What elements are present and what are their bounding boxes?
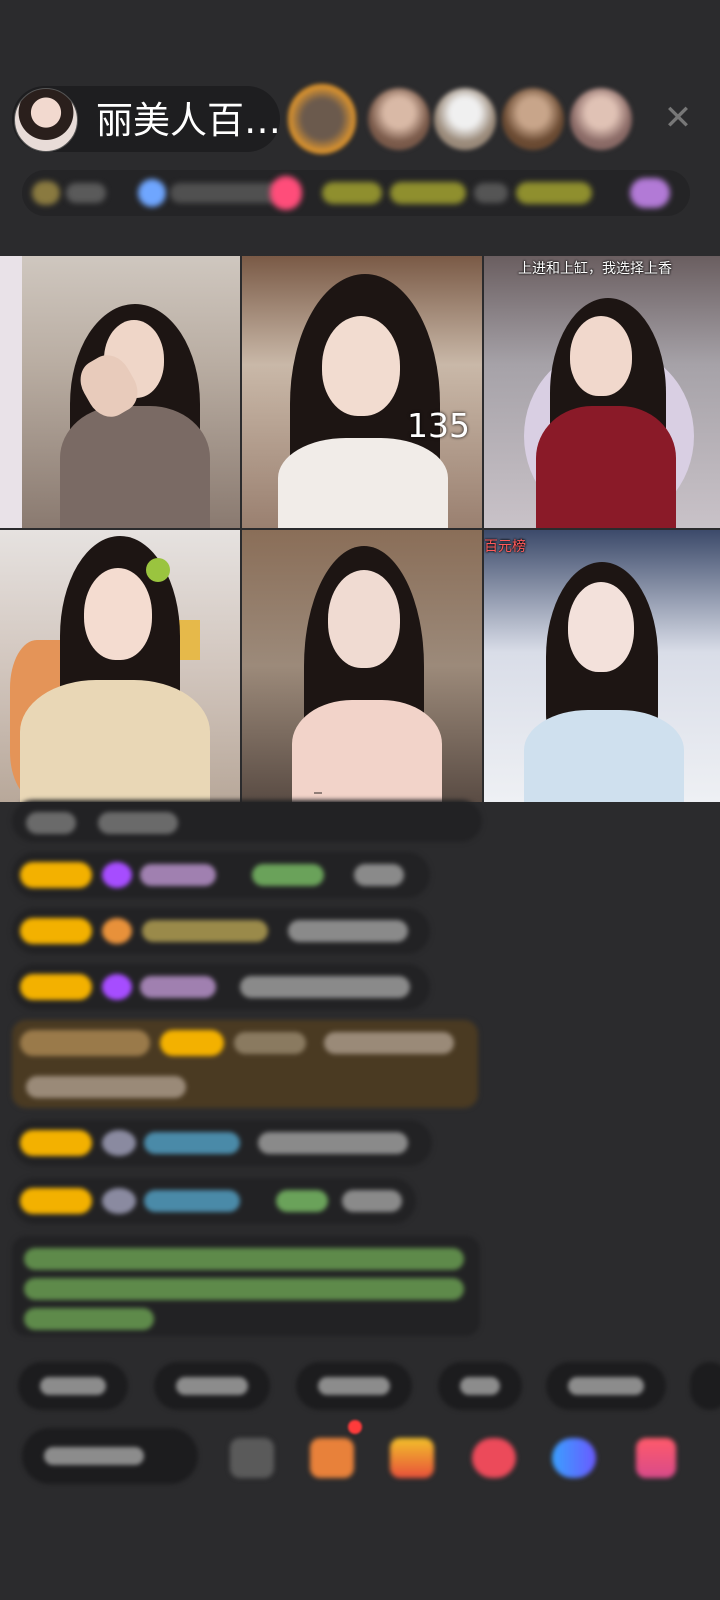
tag-chip (170, 183, 280, 203)
system-notice (12, 1236, 480, 1336)
chat-message[interactable] (12, 1178, 416, 1224)
chat-message[interactable] (12, 908, 430, 954)
video-cell[interactable] (242, 530, 482, 802)
host-avatar[interactable] (14, 88, 78, 152)
interaction-icon[interactable] (472, 1438, 516, 1478)
tag-chip[interactable] (630, 178, 670, 208)
chat-input-field[interactable] (22, 1428, 198, 1484)
quick-reply-chip[interactable] (18, 1362, 128, 1410)
quick-reply-chip[interactable] (438, 1362, 522, 1410)
tag-chip[interactable] (270, 176, 302, 210)
tag-chip[interactable] (516, 182, 592, 204)
notification-dot (348, 1420, 362, 1434)
tag-chip (66, 183, 106, 203)
video-cell[interactable]: 135 (242, 256, 482, 528)
video-cell[interactable] (0, 530, 240, 802)
top-viewer-avatar[interactable] (288, 84, 356, 154)
close-icon[interactable]: ✕ (660, 100, 696, 136)
video-cell[interactable] (0, 256, 240, 528)
host-name[interactable]: 丽美人百… (96, 100, 281, 142)
viewer-avatar[interactable] (502, 88, 564, 150)
chat-message[interactable] (12, 964, 430, 1010)
room-tag-bar[interactable] (22, 170, 690, 216)
quick-reply-chip[interactable] (296, 1362, 412, 1410)
viewer-avatar[interactable] (434, 88, 496, 150)
tag-chip[interactable] (32, 181, 60, 205)
video-cell[interactable]: 百元榜 (484, 530, 720, 802)
video-cell-caption: 百元榜 (484, 539, 526, 555)
chat-message[interactable] (12, 1120, 432, 1166)
chat-message[interactable] (12, 852, 430, 898)
gift-box-icon[interactable] (310, 1438, 354, 1478)
multi-guest-video-grid: 135 上进和上缸，我选择上香 百元榜 (0, 256, 720, 802)
quick-reply-chip[interactable] (154, 1362, 270, 1410)
red-packet-icon[interactable] (390, 1438, 434, 1478)
video-cell[interactable]: 上进和上缸，我选择上香 (484, 256, 720, 528)
video-subtitle (314, 792, 322, 794)
quick-reply-chip[interactable] (546, 1362, 666, 1410)
chat-message-highlight[interactable] (12, 1020, 478, 1108)
video-cell-caption: 上进和上缸，我选择上香 (518, 261, 672, 277)
video-cell-number: 135 (407, 406, 470, 445)
viewer-avatar[interactable] (368, 88, 430, 150)
viewer-avatar[interactable] (570, 88, 632, 150)
gift-icon[interactable] (636, 1438, 676, 1478)
tag-chip[interactable] (138, 179, 166, 207)
emoji-icon[interactable] (230, 1438, 274, 1478)
tag-chip[interactable] (322, 182, 382, 204)
tag-chip (474, 183, 508, 203)
tag-chip[interactable] (390, 182, 466, 204)
game-icon[interactable] (552, 1438, 596, 1478)
chat-message[interactable] (12, 800, 482, 842)
quick-reply-chip[interactable] (690, 1362, 720, 1410)
